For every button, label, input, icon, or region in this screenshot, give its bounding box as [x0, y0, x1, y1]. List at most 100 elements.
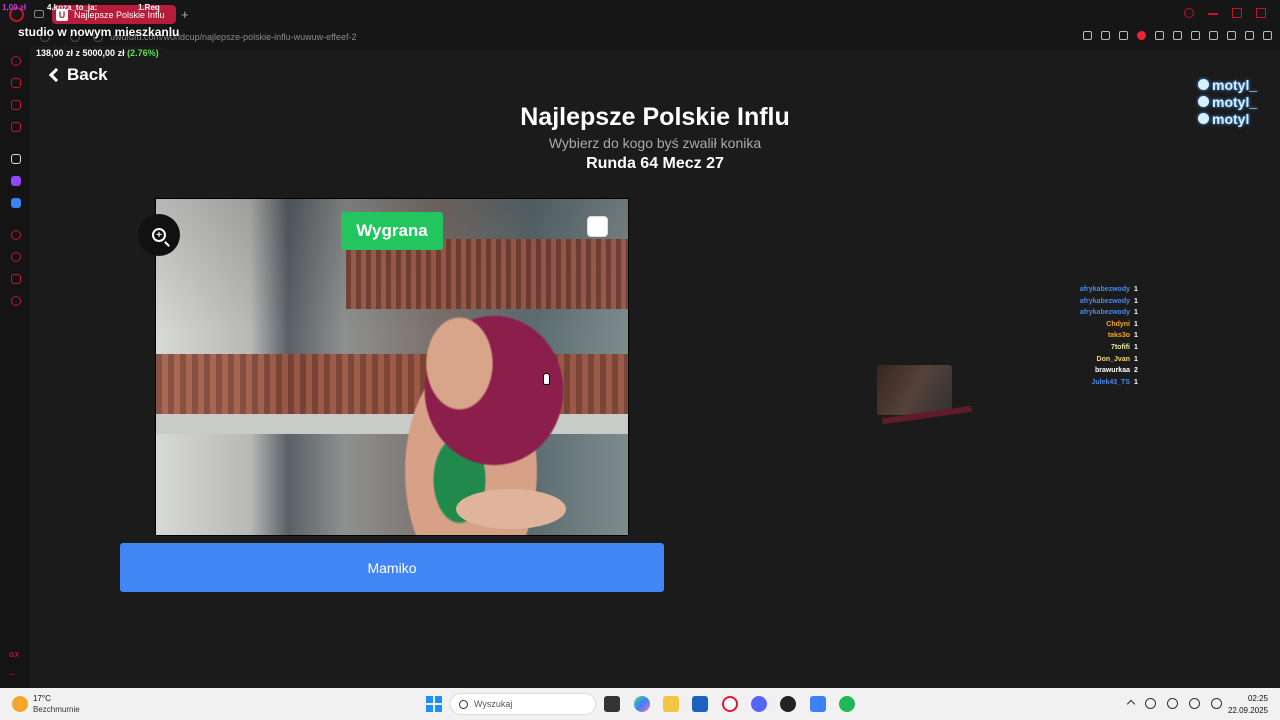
- system-tray: [1126, 698, 1222, 709]
- taskbar-search[interactable]: Wyszukaj: [450, 693, 596, 715]
- discord-taskbar-icon[interactable]: [751, 696, 767, 712]
- restore-icon[interactable]: [1232, 8, 1242, 18]
- ticker-request: 1.Req: [138, 3, 160, 12]
- goal-percent: (2.76%): [127, 48, 159, 58]
- more-icon[interactable]: ...: [9, 670, 15, 677]
- history-icon[interactable]: [11, 252, 21, 262]
- notepad-icon[interactable]: [810, 696, 826, 712]
- chatter-name: afrykabezwody: [1079, 286, 1130, 293]
- tab-row: U Najlepsze Polskie Influ +: [0, 0, 1280, 28]
- shopping-icon[interactable]: [11, 78, 21, 88]
- clock-time: 02:25: [1247, 694, 1268, 703]
- chatter-row: afrykabezwody 1: [1030, 286, 1140, 298]
- chatter-row: taks3o 1: [1030, 332, 1140, 344]
- chatter-count: 1: [1134, 309, 1138, 317]
- youtube-icon: [1198, 113, 1209, 124]
- chatter-row: Don_Jvan 1: [1030, 356, 1140, 368]
- select-checkbox[interactable]: [587, 216, 608, 237]
- windows-start-icon[interactable]: [426, 696, 442, 712]
- instagram-icon: [1198, 79, 1209, 90]
- chatter-count: 1: [1134, 297, 1138, 305]
- social-handle: motyl_: [1212, 76, 1258, 93]
- twitch-icon[interactable]: [11, 176, 21, 186]
- opera-gx-taskbar-icon[interactable]: [722, 696, 738, 712]
- zoom-in-button[interactable]: +: [138, 214, 180, 256]
- back-button[interactable]: Back: [48, 65, 108, 85]
- thumbnail-image: [877, 365, 952, 415]
- volume-icon[interactable]: [1211, 698, 1222, 709]
- search-icon: [459, 699, 468, 709]
- player-icon[interactable]: [11, 230, 21, 240]
- translate-icon[interactable]: [1155, 31, 1164, 40]
- github-icon[interactable]: [780, 696, 796, 712]
- donation-goal: 138,00 zł z 5000,00 zł (2.76%): [30, 46, 165, 60]
- photo-hand: [456, 489, 566, 529]
- profile-icon[interactable]: [1227, 31, 1236, 40]
- search-placeholder: Wyszukaj: [474, 699, 513, 709]
- store-icon[interactable]: [692, 696, 708, 712]
- tray-chevron-up-icon[interactable]: [1126, 699, 1136, 709]
- chatter-row: afrykabezwody 1: [1030, 309, 1140, 321]
- task-view-icon[interactable]: [604, 696, 620, 712]
- weather-temp[interactable]: 17°C: [33, 694, 51, 703]
- tray-vpn-icon[interactable]: [1145, 698, 1156, 709]
- choose-contestant-button[interactable]: Mamiko: [120, 543, 664, 592]
- social-handle: motyl: [1212, 110, 1250, 127]
- chatter-name: Julek43_TS: [1091, 378, 1130, 386]
- clock[interactable]: 02:25 22.09.2025: [1228, 693, 1268, 717]
- chatter-count: 1: [1134, 320, 1138, 328]
- zoom-plus-icon: +: [156, 229, 162, 241]
- heart-icon[interactable]: [1191, 31, 1200, 40]
- chatter-count: 1: [1134, 355, 1138, 363]
- spotify-icon[interactable]: [839, 696, 855, 712]
- search-tabs-icon[interactable]: [1184, 8, 1194, 18]
- discord-icon: [1198, 96, 1209, 107]
- ticker-donor: 4.koza_to_ja:: [47, 3, 98, 12]
- ticker-amount: 1,00 zł: [2, 3, 27, 12]
- social-instagram: motyl_: [1198, 76, 1257, 93]
- chatter-row: brawurkaa 2: [1030, 367, 1140, 379]
- chatter-row: Julek43_TS 1: [1030, 379, 1140, 391]
- wifi-icon[interactable]: [1189, 698, 1200, 709]
- close-icon[interactable]: [1256, 8, 1266, 18]
- weather-desc[interactable]: Bezchmurnie: [33, 705, 80, 714]
- chatter-row: 7tofifi 1: [1030, 344, 1140, 356]
- settings-icon[interactable]: [11, 296, 21, 306]
- chatter-row: afrykabezwody 1: [1030, 298, 1140, 310]
- gx-label[interactable]: GX: [9, 652, 19, 659]
- round-indicator: Runda 64 Mecz 27: [586, 155, 724, 172]
- aria-icon[interactable]: [11, 56, 21, 66]
- snapshot-icon[interactable]: [1119, 31, 1128, 40]
- social-youtube: motyl: [1198, 110, 1257, 127]
- extension-toolbar: [1083, 31, 1272, 40]
- chatter-name: 7tofifi: [1110, 343, 1130, 351]
- workspaces-icon[interactable]: [34, 10, 44, 18]
- file-explorer-icon[interactable]: [663, 696, 679, 712]
- copilot-icon[interactable]: [634, 696, 650, 712]
- translate-app-icon[interactable]: [11, 198, 21, 208]
- weather-moon-icon[interactable]: [12, 696, 28, 712]
- download-icon[interactable]: [1245, 31, 1254, 40]
- microphone-icon[interactable]: [1167, 698, 1178, 709]
- extensions-sidebar-icon[interactable]: [11, 274, 21, 284]
- extensions-icon[interactable]: [1209, 31, 1218, 40]
- chatter-name: brawurkaa: [1094, 367, 1130, 375]
- chevron-left-icon: [48, 67, 64, 83]
- windows-taskbar: 17°C Bezchmurnie Wyszukaj 02:25 22.09.20…: [0, 688, 1280, 720]
- new-tab-icon[interactable]: +: [181, 7, 189, 22]
- chatter-row: Chdyni 1: [1030, 321, 1140, 333]
- menu-icon[interactable]: [1263, 31, 1272, 40]
- vpn-icon[interactable]: [1137, 31, 1146, 40]
- browser-topbar: U Najlepsze Polskie Influ + uwufufu.com/…: [0, 0, 1280, 50]
- page-subtitle: Wybierz do kogo byś zwalił konika: [548, 135, 762, 151]
- zoom-icon[interactable]: [1083, 31, 1092, 40]
- play-icon[interactable]: [1173, 31, 1182, 40]
- bookmark-icon[interactable]: [1101, 31, 1110, 40]
- chatter-count: 1: [1134, 343, 1138, 351]
- social-handle: motyl_: [1212, 93, 1258, 110]
- chatter-name: taks3o: [1107, 332, 1130, 340]
- chatter-name: Don_Jvan: [1096, 355, 1130, 363]
- top-chatters-list: afrykabezwody 1 afrykabezwody 1 afrykabezwod…: [1030, 286, 1140, 390]
- window-controls: [1184, 8, 1266, 18]
- minimize-icon[interactable]: [1208, 13, 1218, 15]
